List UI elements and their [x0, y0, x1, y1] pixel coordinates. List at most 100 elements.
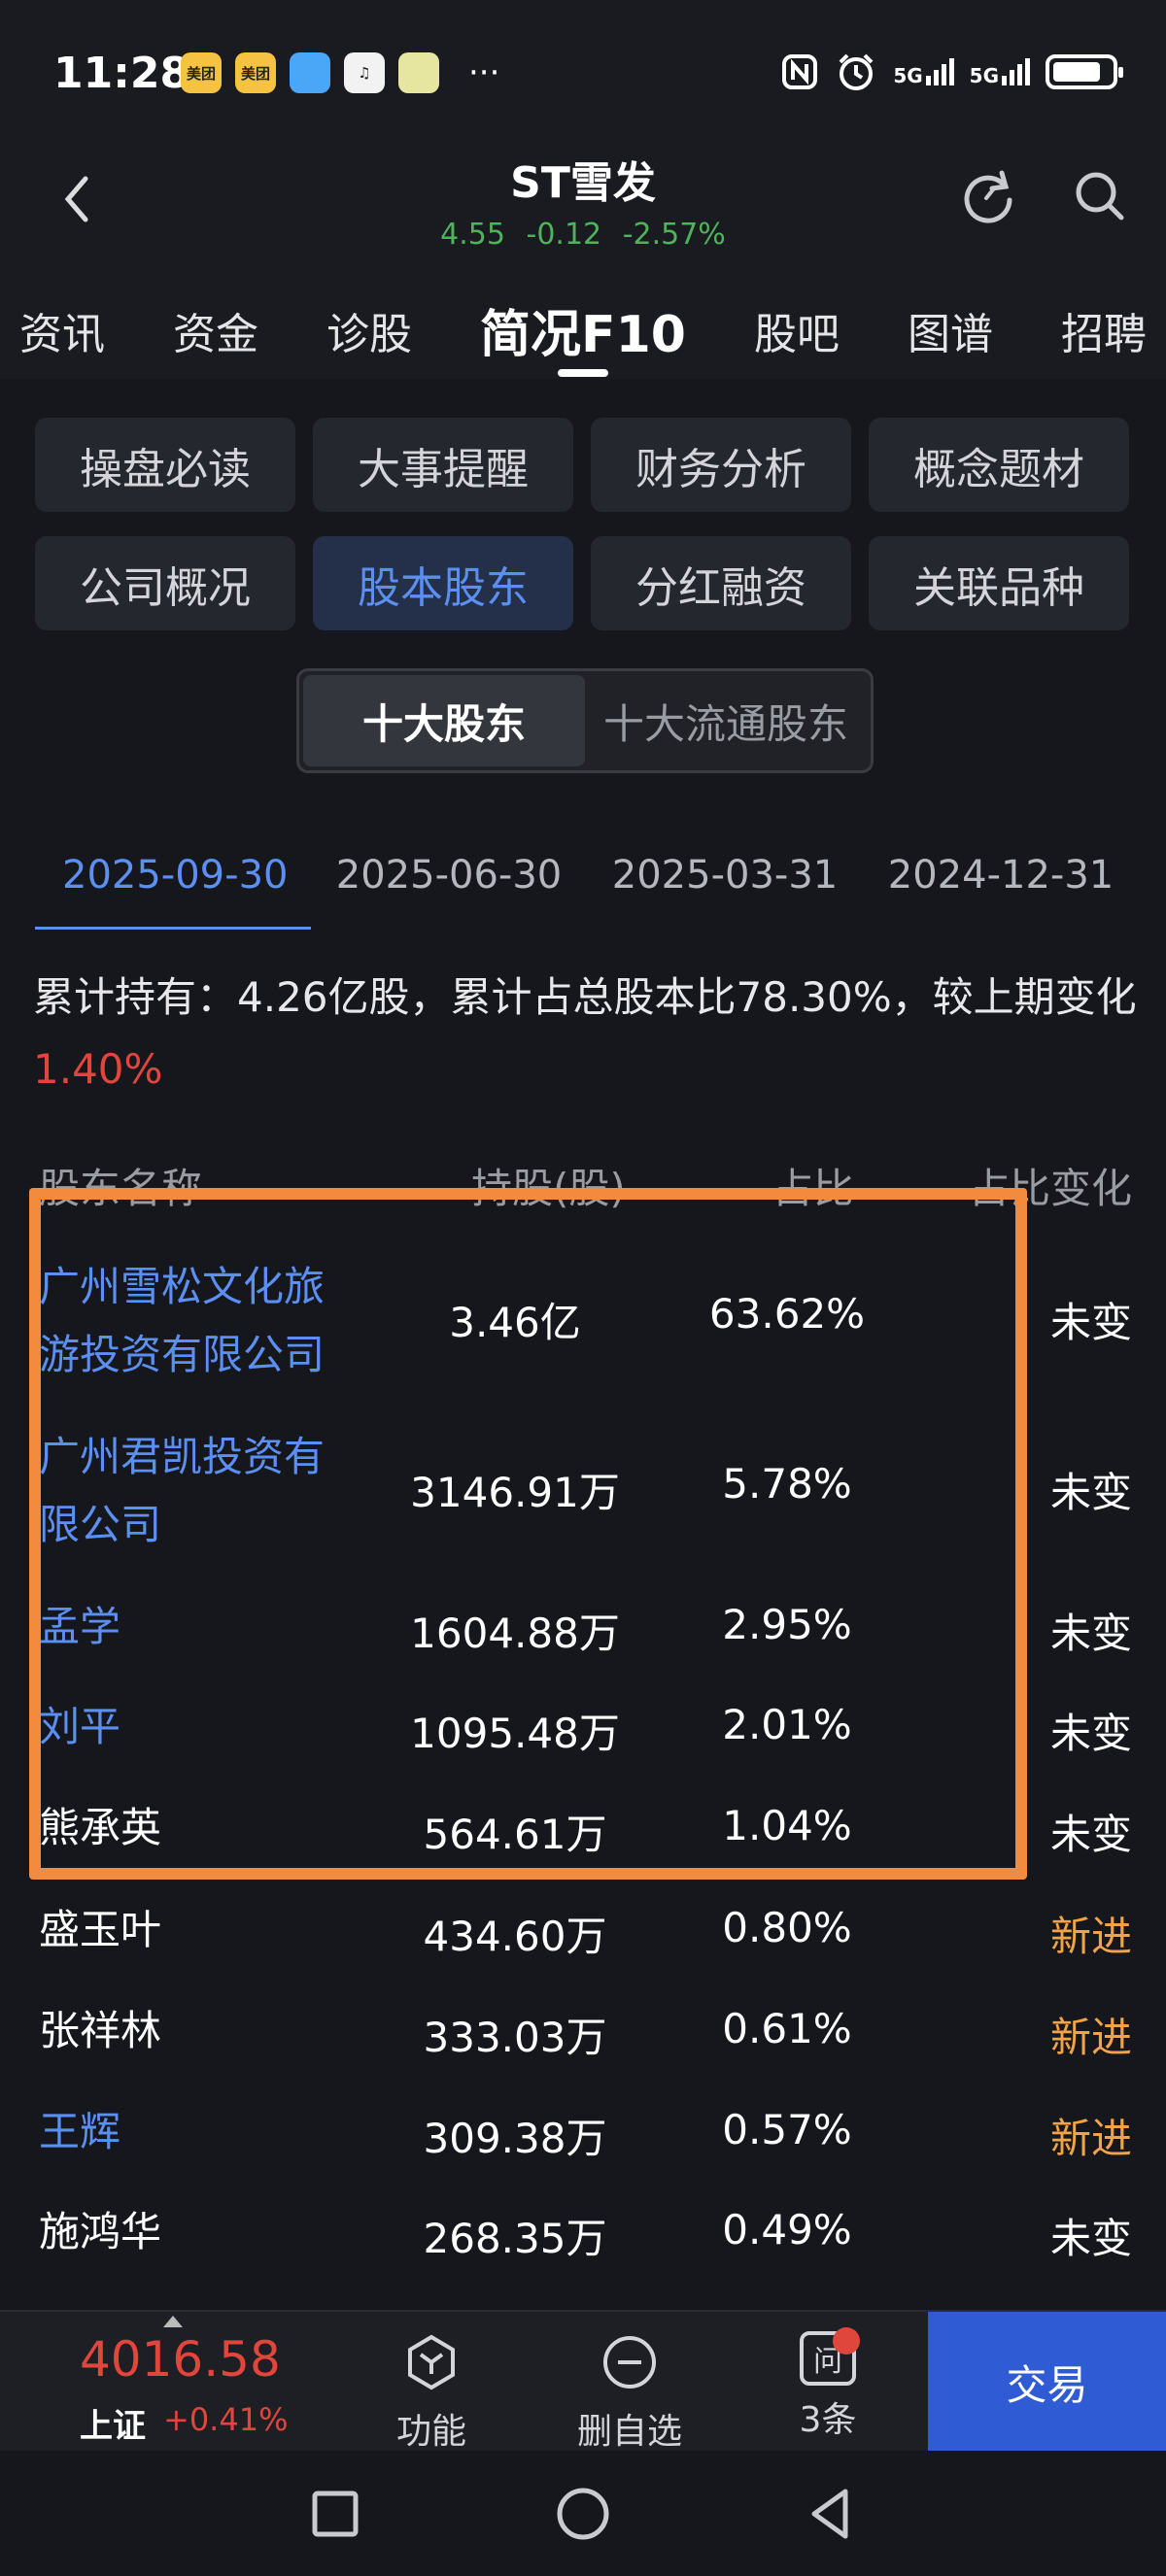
holder-name[interactable]: 刘平 [39, 1693, 408, 1761]
holder-name-line: 施鸿华 [39, 2208, 162, 2255]
function-label: 功能 [395, 2412, 466, 2452]
segment-option[interactable]: 十大流通股东 [585, 675, 867, 766]
question-message-icon: 问 [800, 2327, 860, 2386]
recent-apps-icon[interactable] [301, 2480, 369, 2548]
holder-name-line: 广州雪松文化旅 [39, 1263, 326, 1310]
battery-icon [1046, 54, 1123, 89]
nav-tab[interactable]: 招聘 [1061, 291, 1147, 379]
summary-text: 累计持有：4.26亿股，累计占总股本比78.30%，较上期变化 [33, 973, 1137, 1021]
table-row[interactable]: 熊承英 564.61万 1.04% 未变 [39, 1794, 1132, 1862]
holder-pct-change: 未变 [1049, 1469, 1132, 1516]
table-row[interactable]: 张祥林 333.03万 0.61% 新进 [39, 1997, 1132, 2065]
nav-tab[interactable]: 简况F10 [480, 291, 686, 379]
header-pct-change: 占比变化 [968, 1165, 1132, 1212]
holder-name[interactable]: 孟学 [39, 1593, 408, 1661]
holder-shares: 268.35万 [423, 2215, 607, 2262]
index-name: 上证 [80, 2407, 146, 2446]
holder-name[interactable]: 广州雪松文化旅 游投资有限公司 [39, 1253, 408, 1389]
holder-name-line: 限公司 [39, 1501, 162, 1548]
sub-menu-button[interactable]: 操盘必读 [35, 418, 295, 512]
expand-caret-icon [163, 2316, 183, 2327]
hexagon-function-icon [408, 2334, 455, 2390]
holder-pct: 0.80% [722, 1904, 852, 1951]
index-change: +0.41% [163, 2401, 289, 2438]
date-tab[interactable]: 2025-03-31 [587, 853, 863, 930]
nav-tab[interactable]: 股吧 [754, 291, 840, 379]
header-holder-name: 股东名称 [39, 1165, 203, 1212]
status-bar: 11:28 美团 美团 ♫ ··· 5G 5G [0, 0, 1166, 146]
minus-circle-icon [603, 2336, 656, 2389]
signal-5g-icon: 5G [970, 58, 1030, 85]
date-tab[interactable]: 2025-09-30 [35, 853, 311, 930]
holder-name: 施鸿华 [39, 2198, 408, 2266]
holder-name[interactable]: 王辉 [39, 2098, 408, 2166]
sub-menu-button[interactable]: 公司概况 [35, 536, 295, 630]
sub-menu-button[interactable]: 分红融资 [591, 536, 851, 630]
trade-button[interactable]: 交易 [928, 2312, 1166, 2453]
date-tab[interactable]: 2025-06-30 [311, 853, 587, 930]
index-value: 4016.58 [80, 2331, 281, 2388]
holder-shares: 309.38万 [423, 2115, 607, 2162]
quote-change: -0.12 [526, 218, 602, 252]
holder-shares: 3.46亿 [449, 1299, 581, 1346]
nfc-icon [782, 54, 818, 89]
meituan-icon: 美团 [181, 52, 222, 93]
header-pct: 占比 [772, 1165, 855, 1212]
nav-tab[interactable]: 资金 [173, 291, 258, 379]
segment-option[interactable]: 十大股东 [303, 675, 585, 766]
notification-badge [833, 2327, 860, 2355]
holder-pct: 5.78% [722, 1460, 852, 1508]
table-row[interactable]: 盛玉叶 434.60万 0.80% 新进 [39, 1896, 1132, 1964]
holding-summary: 累计持有：4.26亿股，累计占总股本比78.30%，较上期变化 1.40% [33, 962, 1141, 1105]
sub-menu-button[interactable]: 关联品种 [869, 536, 1129, 630]
holder-name[interactable]: 广州君凯投资有 限公司 [39, 1423, 408, 1559]
holder-pct: 63.62% [708, 1290, 866, 1338]
table-row[interactable]: 刘平 1095.48万 2.01% 未变 [39, 1693, 1132, 1761]
back-triangle-icon[interactable] [797, 2480, 865, 2548]
table-row[interactable]: 孟学 1604.88万 2.95% 未变 [39, 1593, 1132, 1661]
holder-name-line: 张祥林 [39, 2007, 162, 2054]
holder-pct: 0.57% [722, 2106, 852, 2153]
status-time: 11:28 [53, 49, 190, 98]
holder-pct-change: 新进 [1049, 2014, 1132, 2061]
holder-pct: 0.61% [722, 2005, 852, 2052]
holder-name-line: 盛玉叶 [39, 1906, 162, 1953]
holder-pct: 2.01% [722, 1701, 852, 1748]
holder-shares: 1604.88万 [410, 1610, 620, 1657]
holder-shares: 434.60万 [423, 1913, 607, 1960]
holder-pct-change: 未变 [1049, 1710, 1132, 1757]
sub-menu-button[interactable]: 股本股东 [313, 536, 573, 630]
remove-watchlist-button[interactable]: 删自选 [552, 2331, 707, 2454]
quote-change-pct: -2.57% [622, 218, 726, 252]
holder-name: 熊承英 [39, 1794, 408, 1862]
table-header: 股东名称 持股(股) 占比 占比变化 [39, 1146, 1132, 1212]
home-icon[interactable] [549, 2480, 617, 2548]
quote-price: 4.55 [440, 218, 505, 252]
table-row[interactable]: 广州君凯投资有 限公司 3146.91万 5.78% 未变 [39, 1423, 1132, 1559]
table-row[interactable]: 广州雪松文化旅 游投资有限公司 3.46亿 63.62% 未变 [39, 1253, 1132, 1389]
holder-name-line: 孟学 [39, 1603, 121, 1650]
nav-tab[interactable]: 诊股 [326, 291, 412, 379]
alarm-icon [839, 53, 874, 90]
date-tab[interactable]: 2024-12-31 [863, 853, 1139, 930]
sub-menu-button[interactable]: 概念题材 [869, 418, 1129, 512]
holder-pct-change: 未变 [1049, 1811, 1132, 1858]
holder-shares: 333.03万 [423, 2014, 607, 2061]
nav-tab[interactable]: 资讯 [19, 291, 105, 379]
questions-button[interactable]: 问 3条 [750, 2327, 906, 2442]
sub-menu-button[interactable]: 大事提醒 [313, 418, 573, 512]
holder-type-segment: 十大股东 十大流通股东 [296, 668, 874, 773]
nav-tab[interactable]: 图谱 [908, 291, 993, 379]
function-button[interactable]: 功能 [354, 2331, 509, 2454]
table-row[interactable]: 王辉 309.38万 0.57% 新进 [39, 2098, 1132, 2166]
search-icon[interactable] [1069, 165, 1131, 227]
refresh-icon[interactable] [957, 165, 1019, 227]
holder-shares: 1095.48万 [410, 1710, 620, 1757]
more-notifications-icon: ··· [468, 53, 500, 92]
holder-name-line: 刘平 [39, 1703, 121, 1750]
table-row[interactable]: 施鸿华 268.35万 0.49% 未变 [39, 2198, 1132, 2266]
sub-menu-button[interactable]: 财务分析 [591, 418, 851, 512]
holder-name-line: 熊承英 [39, 1804, 162, 1851]
holder-pct-change: 未变 [1049, 1610, 1132, 1657]
holder-pct-change: 新进 [1049, 2115, 1132, 2162]
